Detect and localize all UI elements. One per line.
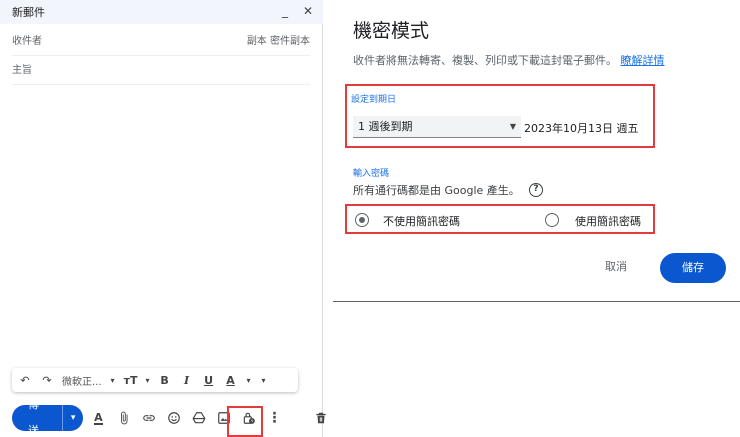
redo-icon[interactable]: ↷ [38, 371, 56, 389]
password-options: 不使用簡訊密碼 使用簡訊密碼 [345, 204, 655, 234]
password-description: 所有通行碼都是由 Google 產生。 [353, 184, 520, 197]
compose-actions: 傳送 ▾ A ⋮ [12, 398, 331, 437]
sms-radio[interactable] [545, 213, 559, 227]
more-icon[interactable]: ⋮ [265, 408, 284, 428]
font-size-icon[interactable]: тT [122, 371, 140, 389]
confidential-mode-dialog: 機密模式 收件者將無法轉寄、複製、列印或下載這封電子郵件。 瞭解詳情 設定到期日… [333, 0, 740, 302]
send-button[interactable]: 傳送 ▾ [12, 398, 83, 437]
drive-icon[interactable] [189, 408, 208, 428]
emoji-icon[interactable] [164, 408, 183, 428]
to-field[interactable]: 收件者 副本 密件副本 [12, 28, 310, 56]
more-formatting-icon[interactable]: ▾ [258, 371, 270, 389]
description-text: 收件者將無法轉寄、複製、列印或下載這封電子郵件。 [353, 54, 617, 67]
help-icon[interactable]: ? [529, 183, 543, 197]
send-label: 傳送 [28, 398, 39, 437]
expiry-date: 2023年10月13日 週五 [524, 122, 639, 135]
font-select[interactable]: 微軟正... [60, 373, 104, 388]
undo-icon[interactable]: ↶ [16, 371, 34, 389]
expiry-section: 設定到期日 1 週後到期 ▼ 2023年10月13日 週五 [345, 84, 655, 148]
expiry-select[interactable]: 1 週後到期 ▼ [353, 116, 521, 138]
cc-bcc-links[interactable]: 副本 密件副本 [247, 28, 310, 56]
no-sms-radio[interactable] [355, 213, 369, 227]
subject-label: 主旨 [12, 65, 32, 76]
dropdown-icon: ▼ [509, 122, 516, 131]
bold-button[interactable]: B [156, 371, 174, 389]
formatting-toolbar: ↶ ↷ 微軟正... ▾ тT ▾ B I U A ▾ ▾ [12, 368, 298, 392]
dialog-description: 收件者將無法轉寄、複製、列印或下載這封電子郵件。 瞭解詳情 [353, 52, 665, 68]
to-label: 收件者 [12, 36, 42, 47]
sms-label[interactable]: 使用簡訊密碼 [575, 213, 641, 229]
text-color-button[interactable]: A [222, 371, 240, 389]
underline-button[interactable]: U [200, 371, 218, 389]
compose-header: 新郵件 _ ✕ [0, 0, 323, 24]
send-options-icon[interactable]: ▾ [62, 405, 82, 431]
italic-button[interactable]: I [178, 371, 196, 389]
dialog-title: 機密模式 [353, 20, 430, 42]
expiry-value: 1 週後到期 [358, 120, 413, 133]
password-label: 輸入密碼 [353, 169, 390, 179]
attach-icon[interactable] [114, 408, 133, 428]
lock-highlight-box [227, 406, 263, 437]
learn-more-link[interactable]: 瞭解詳情 [621, 54, 665, 67]
format-letter: A [94, 410, 103, 425]
no-sms-label[interactable]: 不使用簡訊密碼 [383, 213, 460, 229]
trash-icon[interactable] [312, 408, 331, 428]
font-dropdown-icon[interactable]: ▾ [108, 371, 118, 389]
save-button[interactable]: 儲存 [660, 253, 726, 283]
compose-window: 新郵件 _ ✕ 收件者 副本 密件副本 主旨 ↶ ↷ 微軟正... ▾ тT ▾… [0, 0, 327, 437]
formatting-options-button[interactable]: A [89, 408, 108, 428]
close-icon[interactable]: ✕ [299, 2, 317, 20]
expiry-label: 設定到期日 [351, 95, 397, 105]
color-dropdown-icon[interactable]: ▾ [244, 371, 254, 389]
subject-field[interactable]: 主旨 [12, 57, 310, 85]
compose-title: 新郵件 [12, 6, 45, 19]
cancel-button[interactable]: 取消 [605, 258, 627, 274]
link-icon[interactable] [139, 408, 158, 428]
minimize-icon[interactable]: _ [276, 2, 294, 20]
size-dropdown-icon[interactable]: ▾ [144, 371, 152, 389]
